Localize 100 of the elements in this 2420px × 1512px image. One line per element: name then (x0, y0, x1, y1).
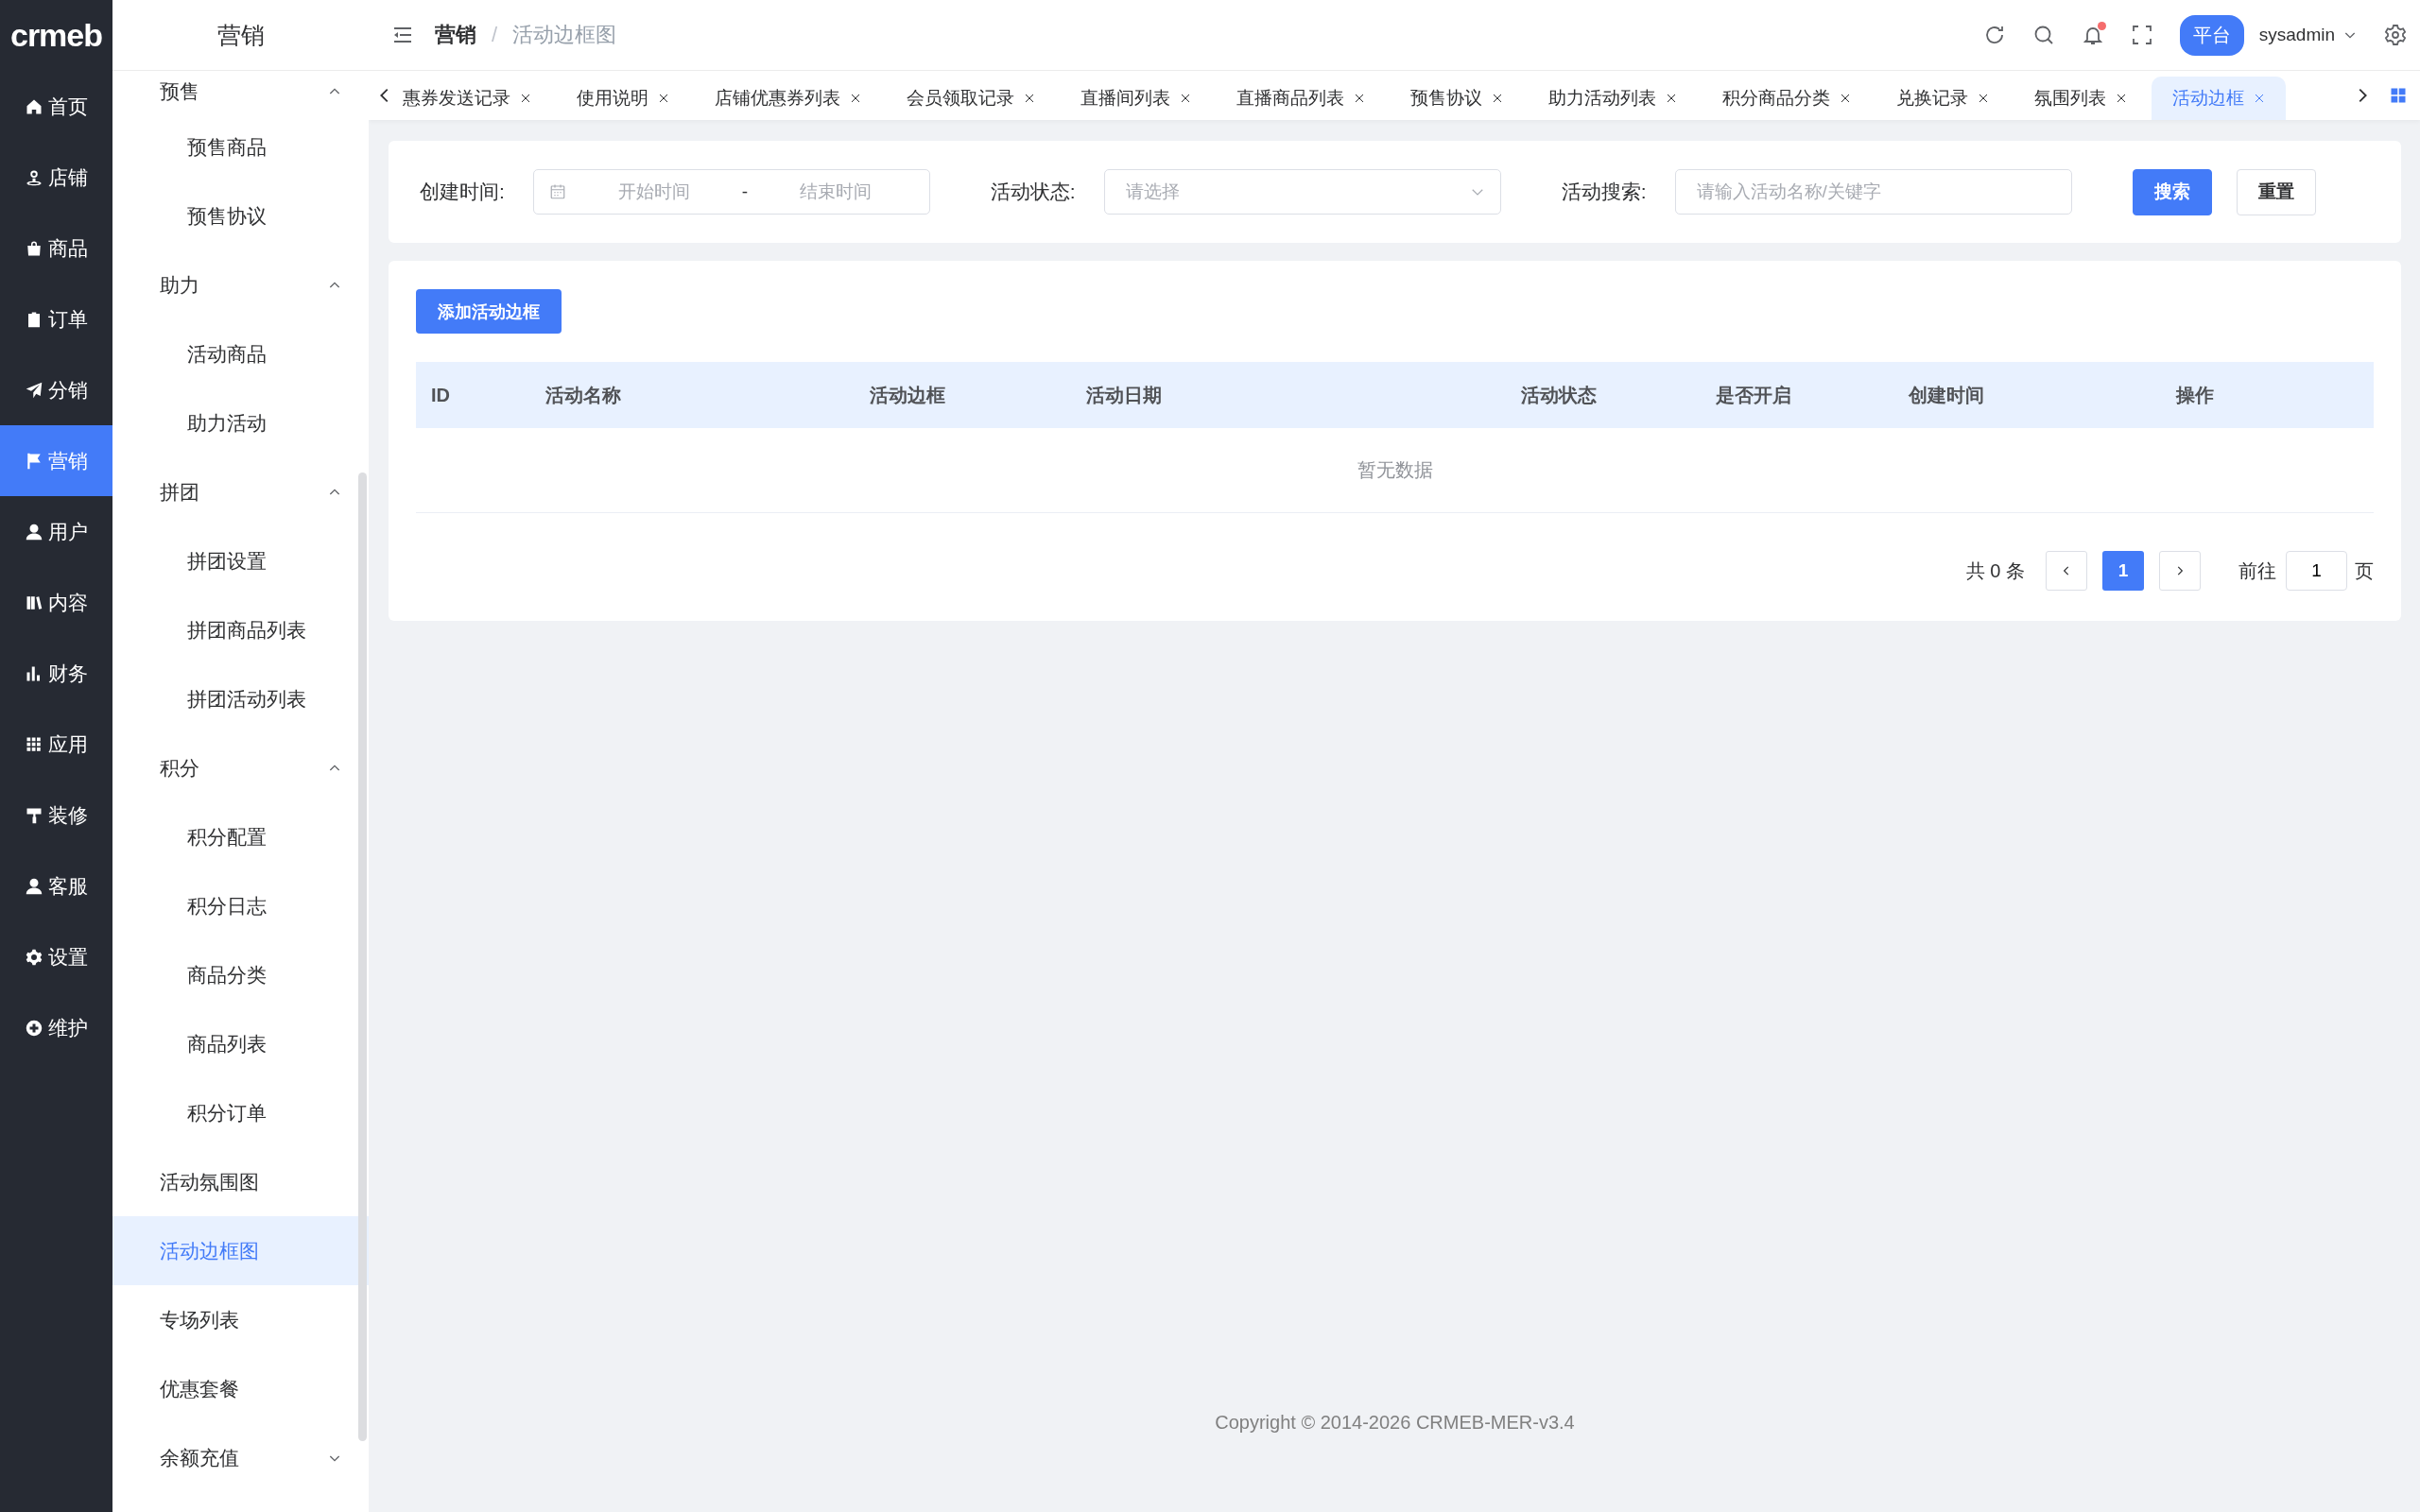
total-count: 共 0 条 (1965, 558, 2025, 583)
menu-group[interactable]: 助力 (112, 250, 369, 319)
fullscreen-icon[interactable] (2130, 24, 2153, 46)
book-icon (25, 593, 43, 611)
column-header: 活动日期 (1085, 383, 1163, 407)
scrollbar[interactable] (358, 472, 367, 1441)
select-field[interactable]: 请选择 (1103, 169, 1501, 215)
end-date-input[interactable]: 结束时间 (757, 180, 914, 203)
nav-item[interactable]: 订单 (0, 284, 112, 354)
close-icon[interactable] (658, 93, 669, 104)
menu-item[interactable]: 助力活动 (112, 388, 369, 457)
tab[interactable]: 直播商品列表 (1216, 77, 1386, 120)
menu-group[interactable]: 积分 (112, 733, 369, 802)
menu-item[interactable]: 优惠套餐 (112, 1354, 369, 1423)
tab[interactable]: 店铺优惠券列表 (694, 77, 882, 120)
page-suffix: 页 (2355, 558, 2374, 583)
menu-item[interactable]: 商品分类 (112, 940, 369, 1009)
nav-item[interactable]: 店铺 (0, 142, 112, 213)
menu-item[interactable]: 拼团活动列表 (112, 664, 369, 733)
search-field[interactable]: 请输入活动名称/关键字 (1674, 169, 2072, 215)
tab[interactable]: 氛围列表 (2014, 77, 2148, 120)
close-icon[interactable] (1024, 93, 1035, 104)
tab[interactable]: 惠券发送记录 (395, 77, 552, 120)
platform-button[interactable]: 平台 (2179, 14, 2244, 56)
nav-item[interactable]: 用户 (0, 496, 112, 567)
breadcrumb-item[interactable]: 营销 (435, 21, 476, 49)
close-icon[interactable] (520, 93, 531, 104)
menu-item[interactable]: 专场列表 (112, 1285, 369, 1354)
menu-item[interactable]: 积分配置 (112, 802, 369, 871)
copyright-text: Copyright © 2014-2026 CRMEB-MER-v3.4 (1215, 1412, 1575, 1433)
menu-item[interactable]: 活动商品 (112, 319, 369, 388)
nav-item[interactable]: 营销 (0, 425, 112, 496)
close-icon[interactable] (1354, 93, 1365, 104)
settings-icon[interactable] (2384, 24, 2407, 46)
user-icon (25, 877, 43, 895)
tab[interactable]: 兑换记录 (1876, 77, 2010, 120)
field-label: 活动状态: (990, 180, 1076, 204)
menu-group[interactable]: 预售 (112, 71, 369, 112)
goto-label: 前往 (2238, 558, 2276, 583)
column-header: 创建时间 (1907, 383, 1985, 407)
nav-item[interactable]: 首页 (0, 71, 112, 142)
column-header: 是否开启 (1715, 383, 1792, 407)
field-label: 活动搜索: (1561, 180, 1647, 204)
home-icon (25, 97, 43, 115)
close-icon[interactable] (1840, 93, 1851, 104)
tab[interactable]: 使用说明 (556, 77, 690, 120)
paper-plane-icon (25, 381, 43, 399)
tab[interactable]: 会员领取记录 (886, 77, 1056, 120)
close-icon[interactable] (1666, 93, 1677, 104)
start-date-input[interactable]: 开始时间 (575, 180, 733, 203)
menu-item[interactable]: 积分日志 (112, 871, 369, 940)
menu-item[interactable]: 商品列表 (112, 1009, 369, 1078)
date-range-field[interactable]: 开始时间 - 结束时间 (532, 169, 930, 215)
tab[interactable]: 助力活动列表 (1528, 77, 1698, 120)
logo: crmeb (9, 16, 104, 55)
menu-item[interactable]: 预售商品 (112, 112, 369, 181)
menu-item[interactable]: 活动氛围图 (112, 1147, 369, 1216)
page-input[interactable]: 1 (2286, 551, 2347, 591)
nav-item[interactable]: 设置 (0, 921, 112, 992)
menu-item[interactable]: 预售协议 (112, 181, 369, 250)
menu-group[interactable]: 拼团 (112, 457, 369, 526)
breadcrumb-item: 活动边框图 (512, 22, 617, 48)
close-icon[interactable] (1978, 93, 1989, 104)
filter-button[interactable]: 搜索 (2132, 168, 2212, 215)
close-icon[interactable] (1492, 93, 1503, 104)
calendar-icon (548, 183, 566, 200)
tab[interactable]: 预售协议 (1390, 77, 1524, 120)
nav-item[interactable]: 维护 (0, 992, 112, 1063)
nav-item[interactable]: 财务 (0, 638, 112, 709)
range-separator: - (741, 181, 748, 202)
column-header: 活动边框 (869, 383, 946, 407)
menu-group[interactable]: 余额充值 (112, 1423, 369, 1492)
breadcrumb-separator: / (492, 23, 498, 47)
nav-item[interactable]: 客服 (0, 850, 112, 921)
flag-icon (25, 452, 43, 470)
menu-item[interactable]: 拼团商品列表 (112, 595, 369, 664)
user-menu[interactable]: sysadmin (2258, 25, 2358, 45)
close-icon[interactable] (850, 93, 861, 104)
menu-item[interactable]: 拼团设置 (112, 526, 369, 595)
bar-chart-icon (25, 664, 43, 682)
page-number[interactable]: 1 (2102, 551, 2144, 591)
nav-item[interactable]: 装修 (0, 780, 112, 850)
nav-item[interactable]: 内容 (0, 567, 112, 638)
tab[interactable]: 直播间列表 (1060, 77, 1212, 120)
tab[interactable]: 积分商品分类 (1702, 77, 1872, 120)
field-label: 创建时间: (420, 180, 505, 204)
nav-item[interactable]: 分销 (0, 354, 112, 425)
grid-icon[interactable] (2390, 87, 2407, 104)
user-icon (25, 523, 43, 541)
menu-item[interactable]: 积分订单 (112, 1078, 369, 1147)
close-icon[interactable] (1180, 93, 1191, 104)
bag-icon (25, 239, 43, 257)
nav-item[interactable]: 应用 (0, 709, 112, 780)
close-icon[interactable] (2116, 93, 2127, 104)
add-button[interactable]: 添加活动边框 (416, 289, 562, 334)
empty-text: 暂无数据 (1357, 458, 1433, 482)
nav-item[interactable]: 商品 (0, 213, 112, 284)
settings-icon (25, 948, 43, 966)
grid-icon (25, 735, 43, 753)
filter-button[interactable]: 重置 (2236, 168, 2316, 215)
